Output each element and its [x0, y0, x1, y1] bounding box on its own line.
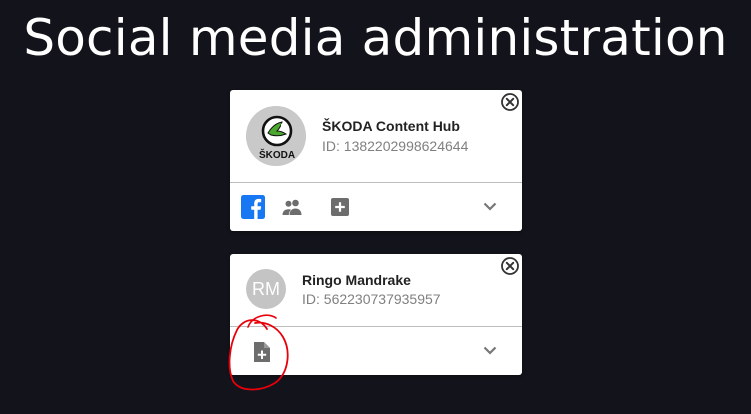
account-name: Ringo Mandrake [302, 272, 411, 288]
card-divider [230, 182, 522, 183]
account-id: ID: 1382202998624644 [322, 138, 469, 154]
followers-icon[interactable] [281, 197, 303, 217]
account-id: ID: 562230737935957 [302, 291, 441, 307]
skoda-logo-avatar: ŠKODA [246, 106, 306, 166]
skoda-logo-text: ŠKODA [259, 148, 295, 161]
close-icon[interactable] [500, 256, 520, 276]
close-icon[interactable] [500, 92, 520, 112]
facebook-icon[interactable] [241, 195, 265, 219]
account-card-skoda: ŠKODA ŠKODA Content Hub ID: 138220299862… [230, 90, 522, 231]
card-divider [230, 326, 522, 327]
add-box-icon[interactable] [331, 198, 349, 216]
account-card-ringo: RM Ringo Mandrake ID: 562230737935957 [230, 254, 522, 375]
page-title: Social media administration [23, 9, 728, 67]
add-file-icon[interactable] [252, 341, 272, 363]
chevron-down-icon[interactable] [482, 200, 498, 212]
chevron-down-icon[interactable] [482, 344, 498, 356]
avatar: RM [246, 269, 286, 309]
account-name: ŠKODA Content Hub [322, 118, 460, 134]
